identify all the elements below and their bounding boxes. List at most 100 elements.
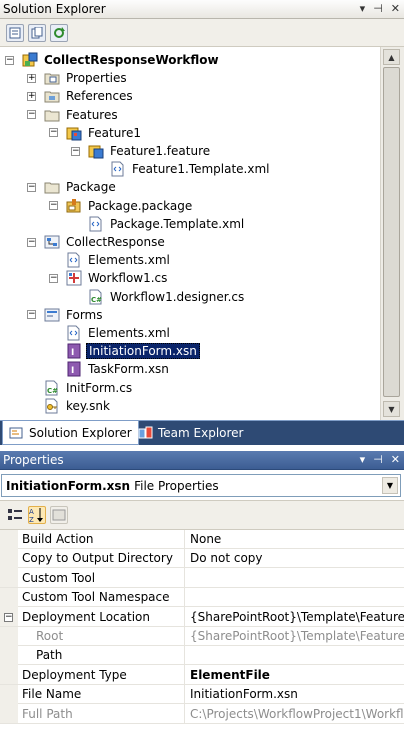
property-row[interactable]: Full Path C:\Projects\WorkflowProject1\Wo… (0, 704, 404, 724)
tree-item[interactable]: References (44, 87, 135, 105)
tree-item[interactable]: key.snk (44, 397, 112, 415)
collapse-minus-icon[interactable]: − (49, 201, 58, 211)
tree-item[interactable]: CollectResponse (44, 233, 167, 251)
scroll-down-arrow-icon[interactable]: ▼ (383, 401, 400, 417)
close-icon[interactable]: ✕ (391, 2, 400, 15)
categorized-button[interactable] (6, 506, 24, 524)
scroll-thumb[interactable] (383, 67, 400, 397)
svg-text:C#: C# (91, 296, 102, 304)
tree-item[interactable]: Elements.xml (66, 324, 172, 342)
xml-file-icon (66, 252, 82, 268)
team-explorer-icon (138, 426, 153, 439)
project-icon (22, 52, 38, 68)
property-name: Full Path (20, 704, 185, 724)
auto-hide-pin-icon[interactable]: ⊣ (373, 453, 383, 466)
xml-file-icon (88, 216, 104, 232)
property-row[interactable]: File Name InitiationForm.xsn (0, 684, 404, 705)
property-row[interactable]: Deployment Type ElementFile (0, 665, 404, 685)
forms-folder-icon (44, 307, 60, 323)
auto-hide-pin-icon[interactable]: ⊣ (373, 2, 383, 15)
tree-item[interactable]: Feature1.Template.xml (110, 160, 272, 178)
collapse-minus-icon[interactable]: − (27, 237, 36, 247)
svg-text:A: A (29, 508, 34, 516)
tree-item-label: Properties (66, 71, 127, 86)
property-value[interactable]: {SharePointRoot}\Template\Features\ (186, 607, 404, 626)
property-name: Custom Tool Namespace (20, 587, 185, 607)
collapse-minus-icon[interactable]: − (4, 612, 13, 622)
property-value[interactable]: C:\Projects\WorkflowProject1\Workflo (186, 704, 404, 723)
collapse-minus-icon[interactable]: − (27, 310, 36, 320)
property-row[interactable]: Path (0, 645, 404, 666)
alphabetical-button[interactable]: AZ (28, 506, 46, 524)
property-row[interactable]: Root {SharePointRoot}\Template\Features\ (0, 626, 404, 646)
refresh-button[interactable] (50, 23, 68, 42)
object-type: File Properties (134, 478, 219, 493)
property-row[interactable]: Copy to Output Directory Do not copy (0, 548, 404, 569)
collapse-minus-icon[interactable]: − (71, 146, 80, 156)
property-value[interactable]: ElementFile (186, 665, 404, 684)
scroll-up-arrow-icon[interactable]: ▲ (383, 49, 400, 65)
tab-solution-explorer[interactable]: Solution Explorer (2, 421, 139, 445)
svg-text:I: I (71, 366, 74, 376)
close-icon[interactable]: ✕ (391, 453, 400, 466)
property-row[interactable]: Custom Tool (0, 568, 404, 588)
property-pages-button[interactable] (50, 506, 68, 524)
property-value[interactable] (186, 568, 404, 587)
references-folder-icon (44, 88, 60, 104)
tree-item-label: key.snk (66, 398, 110, 413)
property-value[interactable]: None (186, 530, 404, 549)
tree-item[interactable]: Package.package (66, 197, 194, 215)
collapse-minus-icon[interactable]: − (5, 55, 14, 65)
tree-item[interactable]: Forms (44, 306, 104, 324)
property-gutter (0, 704, 18, 724)
object-selector[interactable]: InitiationForm.xsn File Properties ▼ (1, 474, 401, 497)
explorer-tab-strip: Solution Explorer Team Explorer (0, 420, 404, 445)
workflow-file-icon (66, 270, 82, 286)
window-position-icon[interactable]: ▾ (360, 453, 366, 466)
chevron-down-icon[interactable]: ▼ (382, 477, 398, 494)
tree-item[interactable]: Feature1 (66, 124, 143, 142)
tree-item[interactable]: Workflow1.cs (66, 269, 169, 287)
show-all-files-icon (31, 26, 43, 38)
tree-item[interactable]: Package.Template.xml (88, 215, 246, 233)
properties-button[interactable] (6, 23, 24, 42)
collapse-minus-icon[interactable]: − (49, 128, 58, 138)
property-value[interactable]: {SharePointRoot}\Template\Features\ (186, 627, 404, 646)
property-value[interactable]: InitiationForm.xsn (186, 685, 404, 704)
tree-item[interactable]: CollectResponseWorkflow (22, 51, 221, 69)
property-grid[interactable]: Build Action None Copy to Output Directory… (0, 529, 404, 742)
tree-item[interactable]: Properties (44, 69, 129, 87)
tree-item[interactable]: Features (44, 106, 120, 124)
tree-item-label: Elements.xml (88, 253, 170, 268)
show-all-files-button[interactable] (28, 23, 46, 42)
workflow-folder-icon (44, 234, 60, 250)
property-row[interactable]: Custom Tool Namespace (0, 587, 404, 608)
property-pages-icon (52, 509, 66, 521)
collapse-minus-icon[interactable]: − (27, 110, 36, 120)
property-row[interactable]: Build Action None (0, 529, 404, 549)
tree-item[interactable]: Feature1.feature (88, 142, 212, 160)
tree-item[interactable]: Package (44, 178, 118, 196)
window-position-icon[interactable]: ▾ (360, 2, 366, 15)
property-value[interactable] (186, 646, 404, 665)
tab-team-explorer[interactable]: Team Explorer (132, 421, 250, 445)
tree-item[interactable]: I TaskForm.xsn (66, 360, 171, 378)
property-gutter (0, 568, 18, 588)
collapse-minus-icon[interactable]: − (49, 273, 58, 283)
property-value[interactable] (186, 588, 404, 607)
expand-plus-icon[interactable]: + (27, 73, 36, 83)
tree-item[interactable]: Elements.xml (66, 251, 172, 269)
property-gutter (0, 587, 18, 607)
collapse-minus-icon[interactable]: − (27, 182, 36, 192)
tree-item[interactable]: I InitiationForm.xsn (66, 342, 200, 360)
tree-item[interactable]: C# Workflow1.designer.cs (88, 288, 246, 306)
property-row[interactable]: − Deployment Location {SharePointRoot}\Tem… (0, 607, 404, 627)
property-value[interactable]: Do not copy (186, 549, 404, 568)
solution-tree[interactable]: − CollectResponseWorkflow + Properties + Refe… (0, 47, 380, 419)
tree-item[interactable]: C# InitForm.cs (44, 379, 134, 397)
expand-plus-icon[interactable]: + (27, 91, 36, 101)
svg-text:Z: Z (29, 516, 34, 523)
xml-file-icon (110, 161, 126, 177)
properties-title-bar: Properties ▾ ⊣ ✕ (0, 451, 404, 470)
tree-vertical-scrollbar[interactable]: ▲ ▼ (380, 47, 404, 420)
